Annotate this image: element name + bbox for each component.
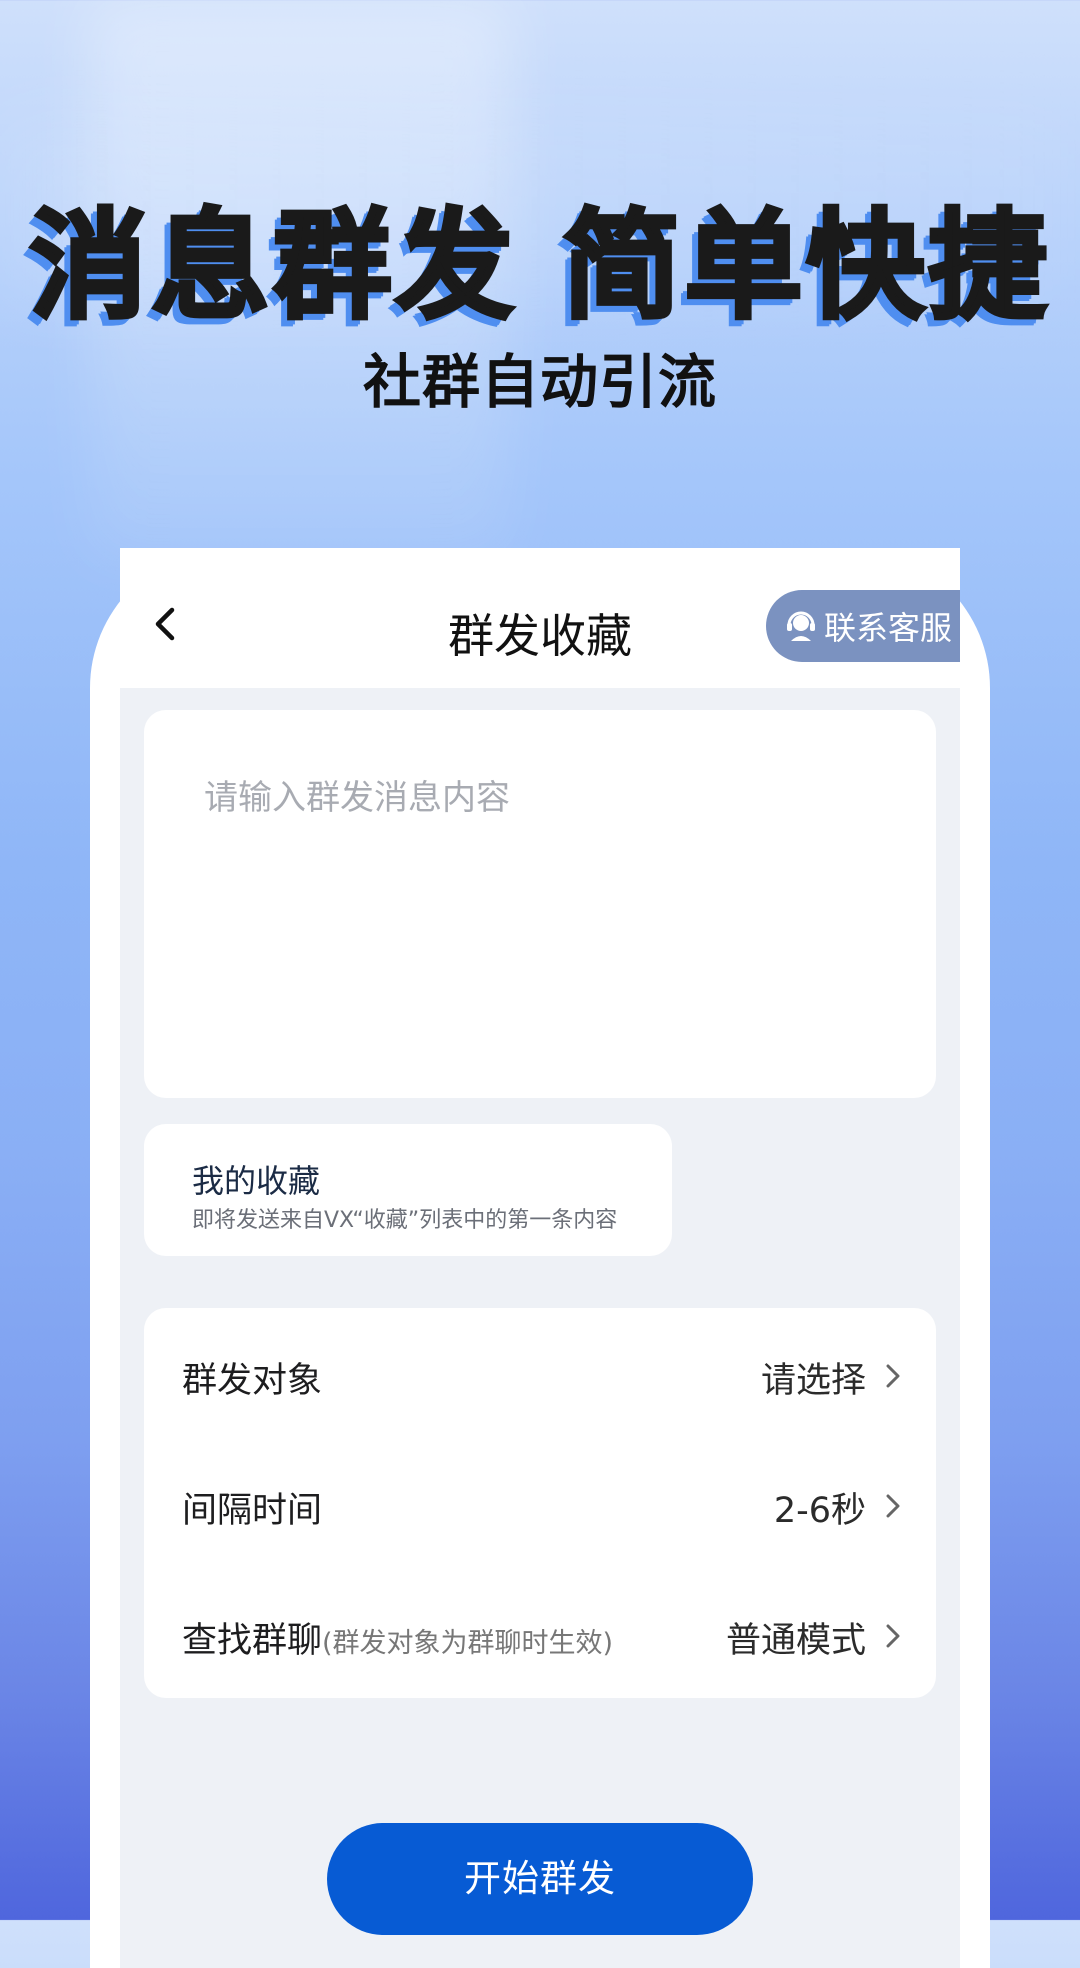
setting-value: 请选择 [760,1361,866,1401]
favorites-title: 我的收藏 [192,1162,321,1200]
setting-label-text: 查找群聊 [182,1621,323,1661]
contact-service-label: 联系客服 [824,609,953,647]
my-favorites-card[interactable]: 我的收藏 即将发送来自VX“收藏”列表中的第一条内容 [144,1124,672,1256]
setting-label-text: 群发对象 [182,1361,323,1401]
contact-service-button[interactable]: 联系客服 [766,590,960,662]
chevron-right-icon [886,1364,900,1388]
headset-icon [787,611,815,641]
setting-label: 间隔时间 [182,1482,322,1533]
app-screen: 群发收藏 联系客服 请输入群发消息内容 我的收藏 即将发送来自VX“收藏”列表中… [120,548,960,1968]
settings-card: 群发对象 请选择 间隔时间 2-6秒 查找群聊(群发对象为群聊时生效) 普通模式 [144,1308,936,1698]
message-input[interactable]: 请输入群发消息内容 [144,710,936,1098]
setting-row-find-group[interactable]: 查找群聊(群发对象为群聊时生效) 普通模式 [144,1568,936,1698]
setting-label: 查找群聊(群发对象为群聊时生效) [182,1612,613,1663]
setting-hint: (群发对象为群聊时生效) [322,1628,614,1659]
setting-row-target[interactable]: 群发对象 请选择 [144,1308,936,1438]
promo-subheadline: 社群自动引流 [362,348,717,416]
favorites-description: 即将发送来自VX“收藏”列表中的第一条内容 [192,1208,618,1233]
setting-label-text: 间隔时间 [182,1491,323,1531]
content-area: 请输入群发消息内容 我的收藏 即将发送来自VX“收藏”列表中的第一条内容 群发对… [120,688,960,1968]
setting-value: 2-6秒 [773,1491,866,1531]
message-placeholder: 请输入群发消息内容 [204,778,510,818]
setting-label: 群发对象 [182,1352,322,1403]
setting-value: 普通模式 [725,1621,866,1661]
start-broadcast-button[interactable]: 开始群发 [327,1823,753,1935]
chevron-right-icon [886,1494,900,1518]
setting-row-interval[interactable]: 间隔时间 2-6秒 [144,1438,936,1568]
navigation-bar: 群发收藏 联系客服 [120,548,960,688]
phone-mockup: 群发收藏 联系客服 请输入群发消息内容 我的收藏 即将发送来自VX“收藏”列表中… [90,548,990,1968]
chevron-right-icon [886,1624,900,1648]
promo-headline: 消息群发 简单快捷 [27,195,1051,337]
